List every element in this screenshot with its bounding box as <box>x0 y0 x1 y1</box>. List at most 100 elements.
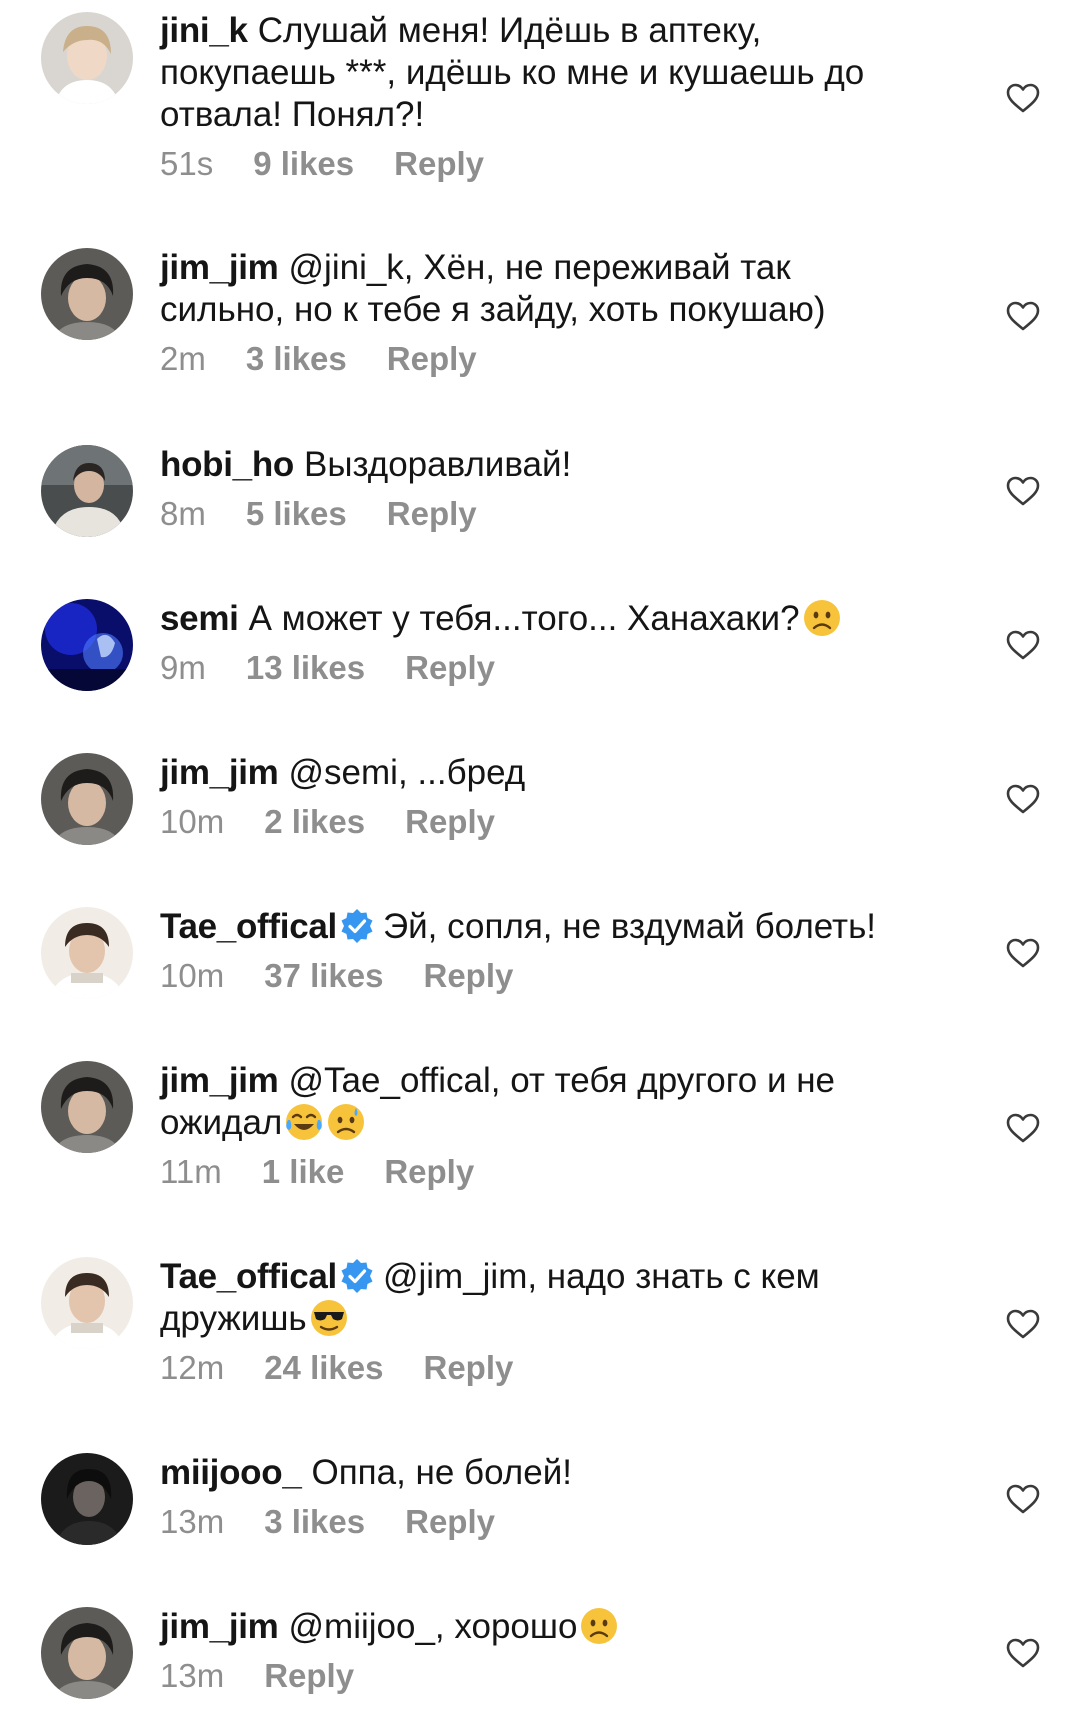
comment-item: jini_k Слушай меня! Идёшь в аптеку, покуп… <box>0 0 1080 215</box>
comment-body: hobi_ho Выздоравливай! 8m 5 likes Reply <box>160 444 920 534</box>
avatar[interactable] <box>41 1607 133 1699</box>
comment-meta: 51s 9 likes Reply <box>160 144 920 184</box>
heart-icon[interactable] <box>1005 1483 1041 1515</box>
comment-username[interactable]: jim_jim <box>160 1607 279 1646</box>
avatar[interactable] <box>41 12 133 104</box>
comment-time: 11m <box>160 1153 222 1190</box>
reply-button[interactable]: Reply <box>423 1349 513 1386</box>
heart-icon[interactable] <box>1005 783 1041 815</box>
comment-text: jim_jim @semi, ...бред <box>160 752 920 794</box>
comment-likes[interactable]: 24 likes <box>264 1349 383 1386</box>
comment-time: 8m <box>160 495 206 532</box>
reply-button[interactable]: Reply <box>387 495 477 532</box>
heart-icon[interactable] <box>1005 629 1041 661</box>
comment-likes[interactable]: 13 likes <box>246 649 365 686</box>
heart-icon[interactable] <box>1005 1308 1041 1340</box>
comment-likes[interactable]: 3 likes <box>246 340 347 377</box>
sunglasses-emoji <box>310 1300 347 1336</box>
comment-meta: 10m 2 likes Reply <box>160 802 920 842</box>
comment-body: Tae_offical Эй, сопля, не вздумай болеть!… <box>160 906 920 996</box>
comment-body: miijooo_ Оппа, не болей! 13m 3 likes Reply <box>160 1452 920 1542</box>
comment-message: @miijoo_, хорошо <box>288 1607 578 1646</box>
heart-icon[interactable] <box>1005 1637 1041 1669</box>
comment-likes[interactable]: 1 like <box>262 1153 345 1190</box>
comment-username[interactable]: Tae_offical <box>160 907 337 946</box>
comment-text: Tae_offical Эй, сопля, не вздумай болеть! <box>160 906 920 948</box>
comment-meta: 10m 37 likes Reply <box>160 956 920 996</box>
comment-body: jim_jim @semi, ...бред 10m 2 likes Reply <box>160 752 920 842</box>
comment-likes[interactable]: 9 likes <box>253 145 354 182</box>
comment-body: jim_jim @jini_k, Хён, не переживай так си… <box>160 247 920 379</box>
reply-button[interactable]: Reply <box>405 803 495 840</box>
heart-icon[interactable] <box>1005 475 1041 507</box>
avatar[interactable] <box>41 753 133 845</box>
comment-username[interactable]: jini_k <box>160 11 248 50</box>
comment-username[interactable]: jim_jim <box>160 248 279 287</box>
comment-body: Tae_offical @jim_jim, надо знать с кем др… <box>160 1256 920 1388</box>
avatar[interactable] <box>41 1061 133 1153</box>
comment-message: @semi, ...бред <box>288 753 526 792</box>
reply-button[interactable]: Reply <box>405 649 495 686</box>
heart-icon[interactable] <box>1005 82 1041 114</box>
avatar[interactable] <box>41 1257 133 1349</box>
comment-item: jim_jim @miijoo_, хорошо 13m Reply <box>0 1594 1080 1724</box>
heart-icon[interactable] <box>1005 1112 1041 1144</box>
comment-item: miijooo_ Оппа, не болей! 13m 3 likes Reply <box>0 1440 1080 1570</box>
reply-button[interactable]: Reply <box>264 1657 354 1694</box>
reply-button[interactable]: Reply <box>394 145 484 182</box>
avatar[interactable] <box>41 445 133 537</box>
comment-text: jim_jim @jini_k, Хён, не переживай так си… <box>160 247 920 331</box>
comment-time: 2m <box>160 340 206 377</box>
sad-sweat-emoji <box>328 1104 365 1140</box>
comment-item: jim_jim @Tae_offical, от тебя другого и н… <box>0 1048 1080 1218</box>
comment-meta: 8m 5 likes Reply <box>160 494 920 534</box>
avatar[interactable] <box>41 248 133 340</box>
comment-text: jim_jim @miijoo_, хорошо <box>160 1606 920 1648</box>
comment-username[interactable]: hobi_ho <box>160 445 294 484</box>
comment-time: 13m <box>160 1657 225 1694</box>
comment-username[interactable]: Tae_offical <box>160 1257 337 1296</box>
comment-time: 51s <box>160 145 214 182</box>
reply-button[interactable]: Reply <box>387 340 477 377</box>
comment-likes[interactable]: 3 likes <box>264 1503 365 1540</box>
comment-time: 10m <box>160 957 225 994</box>
comment-meta: 11m 1 like Reply <box>160 1152 920 1192</box>
avatar[interactable] <box>41 907 133 999</box>
comment-message: А может у тебя...того... Ханахаки? <box>248 599 800 638</box>
comment-meta: 2m 3 likes Reply <box>160 339 920 379</box>
tears-of-joy-emoji <box>286 1104 323 1140</box>
comment-time: 10m <box>160 803 225 840</box>
comment-meta: 13m Reply <box>160 1656 920 1696</box>
reply-button[interactable]: Reply <box>405 1503 495 1540</box>
comment-text: Tae_offical @jim_jim, надо знать с кем др… <box>160 1256 920 1340</box>
comment-meta: 13m 3 likes Reply <box>160 1502 920 1542</box>
reply-button[interactable]: Reply <box>384 1153 474 1190</box>
comment-username[interactable]: jim_jim <box>160 753 279 792</box>
comment-body: jim_jim @miijoo_, хорошо 13m Reply <box>160 1606 920 1696</box>
avatar[interactable] <box>41 599 133 691</box>
comment-message: Слушай меня! Идёшь в аптеку, покупаешь *… <box>160 11 865 134</box>
comment-meta: 9m 13 likes Reply <box>160 648 920 688</box>
verified-badge-icon <box>341 1259 373 1293</box>
reply-button[interactable]: Reply <box>423 957 513 994</box>
comment-time: 12m <box>160 1349 225 1386</box>
comment-likes[interactable]: 5 likes <box>246 495 347 532</box>
comment-body: jini_k Слушай меня! Идёшь в аптеку, покуп… <box>160 10 920 184</box>
comment-item: Tae_offical @jim_jim, надо знать с кем др… <box>0 1244 1080 1414</box>
comment-username[interactable]: semi <box>160 599 239 638</box>
heart-icon[interactable] <box>1005 937 1041 969</box>
comment-likes[interactable]: 2 likes <box>264 803 365 840</box>
comment-username[interactable]: jim_jim <box>160 1061 279 1100</box>
comment-message: Выздоравливай! <box>304 445 572 484</box>
comment-item: jim_jim @jini_k, Хён, не переживай так си… <box>0 235 1080 405</box>
verified-badge-icon <box>341 909 373 943</box>
comment-item: Tae_offical Эй, сопля, не вздумай болеть!… <box>0 894 1080 1024</box>
heart-icon[interactable] <box>1005 300 1041 332</box>
avatar[interactable] <box>41 1453 133 1545</box>
comment-username[interactable]: miijooo_ <box>160 1453 302 1492</box>
comment-text: jim_jim @Tae_offical, от тебя другого и н… <box>160 1060 920 1144</box>
comment-likes[interactable]: 37 likes <box>264 957 383 994</box>
comment-time: 13m <box>160 1503 225 1540</box>
comment-body: semi А может у тебя...того... Ханахаки? 9… <box>160 598 920 688</box>
comment-message: Эй, сопля, не вздумай болеть! <box>382 907 877 946</box>
